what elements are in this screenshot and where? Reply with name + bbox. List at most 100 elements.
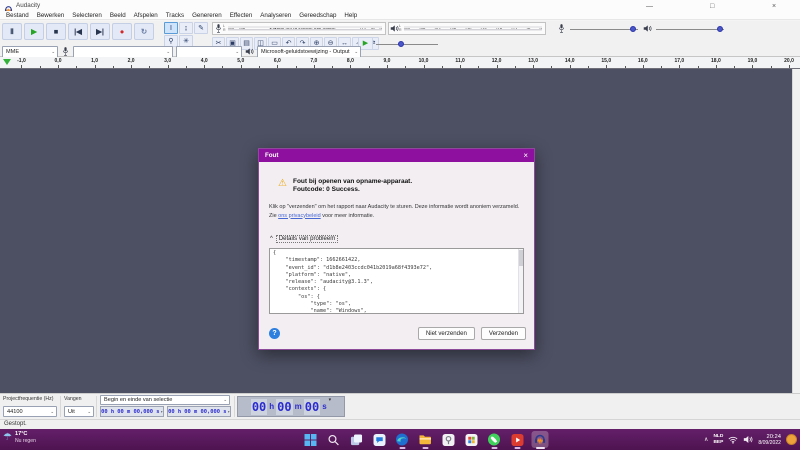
mixer-toolbar (556, 22, 724, 35)
snap-select[interactable]: Uit⌄ (64, 406, 94, 417)
dialog-message: Klik op "verzenden" om het rapport naar … (269, 203, 529, 220)
help-button[interactable]: ? (269, 328, 280, 339)
audio-position-display[interactable]: 00h00m00s▾ (237, 396, 345, 417)
menu-genereren[interactable]: Genereren (188, 11, 226, 19)
wifi-icon[interactable] (728, 431, 738, 449)
minimize-button[interactable]: — (646, 3, 653, 10)
vertical-scrollbar[interactable] (792, 69, 800, 393)
start-button-icon[interactable] (302, 431, 319, 448)
status-text: Gestopt. (4, 421, 27, 427)
edge-browser-icon[interactable] (394, 431, 411, 448)
loop-button[interactable]: ↻ (134, 23, 154, 40)
ruler-tick (95, 65, 96, 68)
skip-to-start-button[interactable]: |◀ (68, 23, 88, 40)
task-view-button-icon[interactable] (348, 431, 365, 448)
taskbar-icons (302, 430, 549, 449)
menu-bestand[interactable]: Bestand (2, 11, 33, 19)
recording-channels-select[interactable]: ⌄ (176, 46, 242, 58)
timeline-ruler[interactable]: -1,00,01,02,03,04,05,06,07,08,09,010,011… (0, 57, 800, 69)
error-json-line: "os": { (273, 294, 520, 301)
menu-bewerken[interactable]: Bewerken (33, 11, 69, 19)
pause-button[interactable]: Ⅱ (2, 23, 22, 40)
desktop: Audacity — □ × BestandBewerkenSelecteren… (0, 0, 800, 450)
ruler-tick (570, 65, 571, 68)
menu-tracks[interactable]: Tracks (162, 11, 188, 19)
ruler-label: 15,0 (601, 58, 611, 64)
send-button[interactable]: Verzenden (481, 327, 526, 340)
ruler-minor-tick (369, 66, 370, 68)
error-details-textarea[interactable]: { "timestamp": 1662661422, "event_id": "… (269, 248, 524, 314)
weather-icon: ☂ (3, 432, 12, 444)
ruler-tick (716, 65, 717, 68)
dialog-titlebar[interactable]: Fout × (259, 149, 534, 162)
status-bar: Gestopt. (0, 419, 800, 429)
recording-meter[interactable]: LR -54-48Klikken om te starten met meten… (212, 22, 386, 35)
ruler-label: 5,0 (237, 58, 244, 64)
ruler-tick (424, 65, 425, 68)
skip-to-end-button[interactable]: ▶| (90, 23, 110, 40)
menu-beeld[interactable]: Beeld (106, 11, 130, 19)
envelope-tool[interactable]: ↨ (179, 22, 193, 34)
volume-icon[interactable] (743, 431, 753, 449)
selection-end-field[interactable]: 00 h 00 m 00,000 s▾ (167, 406, 231, 417)
speaker-icon (389, 24, 399, 33)
recording-volume-slider[interactable] (570, 22, 638, 35)
details-toggle[interactable]: ^ Details van probleem (270, 235, 338, 243)
search-button-icon[interactable] (325, 431, 342, 448)
menu-afspelen[interactable]: Afspelen (130, 11, 162, 19)
ruler-label: 3,0 (164, 58, 171, 64)
menu-effecten[interactable]: Effecten (226, 11, 257, 19)
whatsapp-icon[interactable] (486, 431, 503, 448)
menu-help[interactable]: Help (340, 11, 361, 19)
taskbar-clock[interactable]: 20:24 8/09/2022 (758, 434, 781, 446)
ruler-minor-tick (698, 66, 699, 68)
play-button[interactable]: ▶ (24, 23, 44, 40)
textarea-scrollbar[interactable] (518, 249, 523, 313)
microsoft-store-icon[interactable] (463, 431, 480, 448)
draw-tool[interactable]: ✎ (194, 22, 208, 34)
ruler-label: 19,0 (748, 58, 758, 64)
tray-overflow-chevron-icon[interactable]: ∧ (704, 436, 708, 443)
audacity-app-icon[interactable] (532, 431, 549, 448)
selection-tool[interactable]: I (164, 22, 178, 34)
record-button[interactable]: ● (112, 23, 132, 40)
media-app-icon[interactable] (509, 431, 526, 448)
playback-speed-slider[interactable] (376, 37, 438, 50)
playback-meter[interactable]: LR -54-48-42-36-30-24-18-12-60 (388, 22, 546, 35)
error-json-line: "platform": "native", (273, 272, 520, 279)
menu-selecteren[interactable]: Selecteren (68, 11, 106, 19)
menu-gereedschap[interactable]: Gereedschap (295, 11, 340, 19)
project-rate-select[interactable]: 44100⌄ (3, 406, 57, 417)
audio-host-select[interactable]: MME⌄ (2, 46, 58, 58)
play-head-marker[interactable] (3, 59, 11, 65)
dialog-title: Fout (265, 152, 523, 159)
dialog-close-button[interactable]: × (523, 152, 528, 160)
language-indicator[interactable]: NLD BEP (713, 434, 723, 444)
ruler-minor-tick (332, 66, 333, 68)
stop-button[interactable]: ■ (46, 23, 66, 40)
maximize-button[interactable]: □ (710, 3, 714, 10)
ruler-minor-tick (442, 66, 443, 68)
taskbar-weather-widget[interactable]: ☂ 17°C Nu regen (3, 431, 36, 444)
transport-toolbar: Ⅱ▶■|◀▶|●↻ (2, 22, 154, 41)
notification-badge[interactable] (786, 434, 797, 445)
playback-device-select[interactable]: Microsoft-geluidstoewijzing - Output⌄ (257, 46, 361, 58)
close-window-button[interactable]: × (772, 3, 776, 10)
ruler-label: 1,0 (91, 58, 98, 64)
project-rate-label: Projectfrequentie (Hz) (3, 396, 53, 402)
file-explorer-icon[interactable] (417, 431, 434, 448)
selection-mode-select[interactable]: Begin en einde van selectie⌄ (100, 395, 230, 405)
privacy-policy-link[interactable]: ons privacybeleid (278, 213, 321, 219)
selection-start-field[interactable]: 00 h 00 m 00,000 s▾ (100, 406, 164, 417)
chat-button-icon[interactable] (371, 431, 388, 448)
playback-volume-slider[interactable] (656, 22, 724, 35)
recording-device-select[interactable]: ⌄ (73, 46, 173, 58)
dont-send-button[interactable]: Niet verzenden (418, 327, 475, 340)
ruler-tick (21, 65, 22, 68)
menu-analyseren[interactable]: Analyseren (256, 11, 295, 19)
pinned-app-icon[interactable] (440, 431, 457, 448)
time-display-menu-arrow[interactable]: ▾ (329, 397, 332, 403)
ruler-tick (643, 65, 644, 68)
ruler-tick (168, 65, 169, 68)
selection-toolbar: Projectfrequentie (Hz) 44100⌄ Vangen Uit… (0, 393, 800, 419)
